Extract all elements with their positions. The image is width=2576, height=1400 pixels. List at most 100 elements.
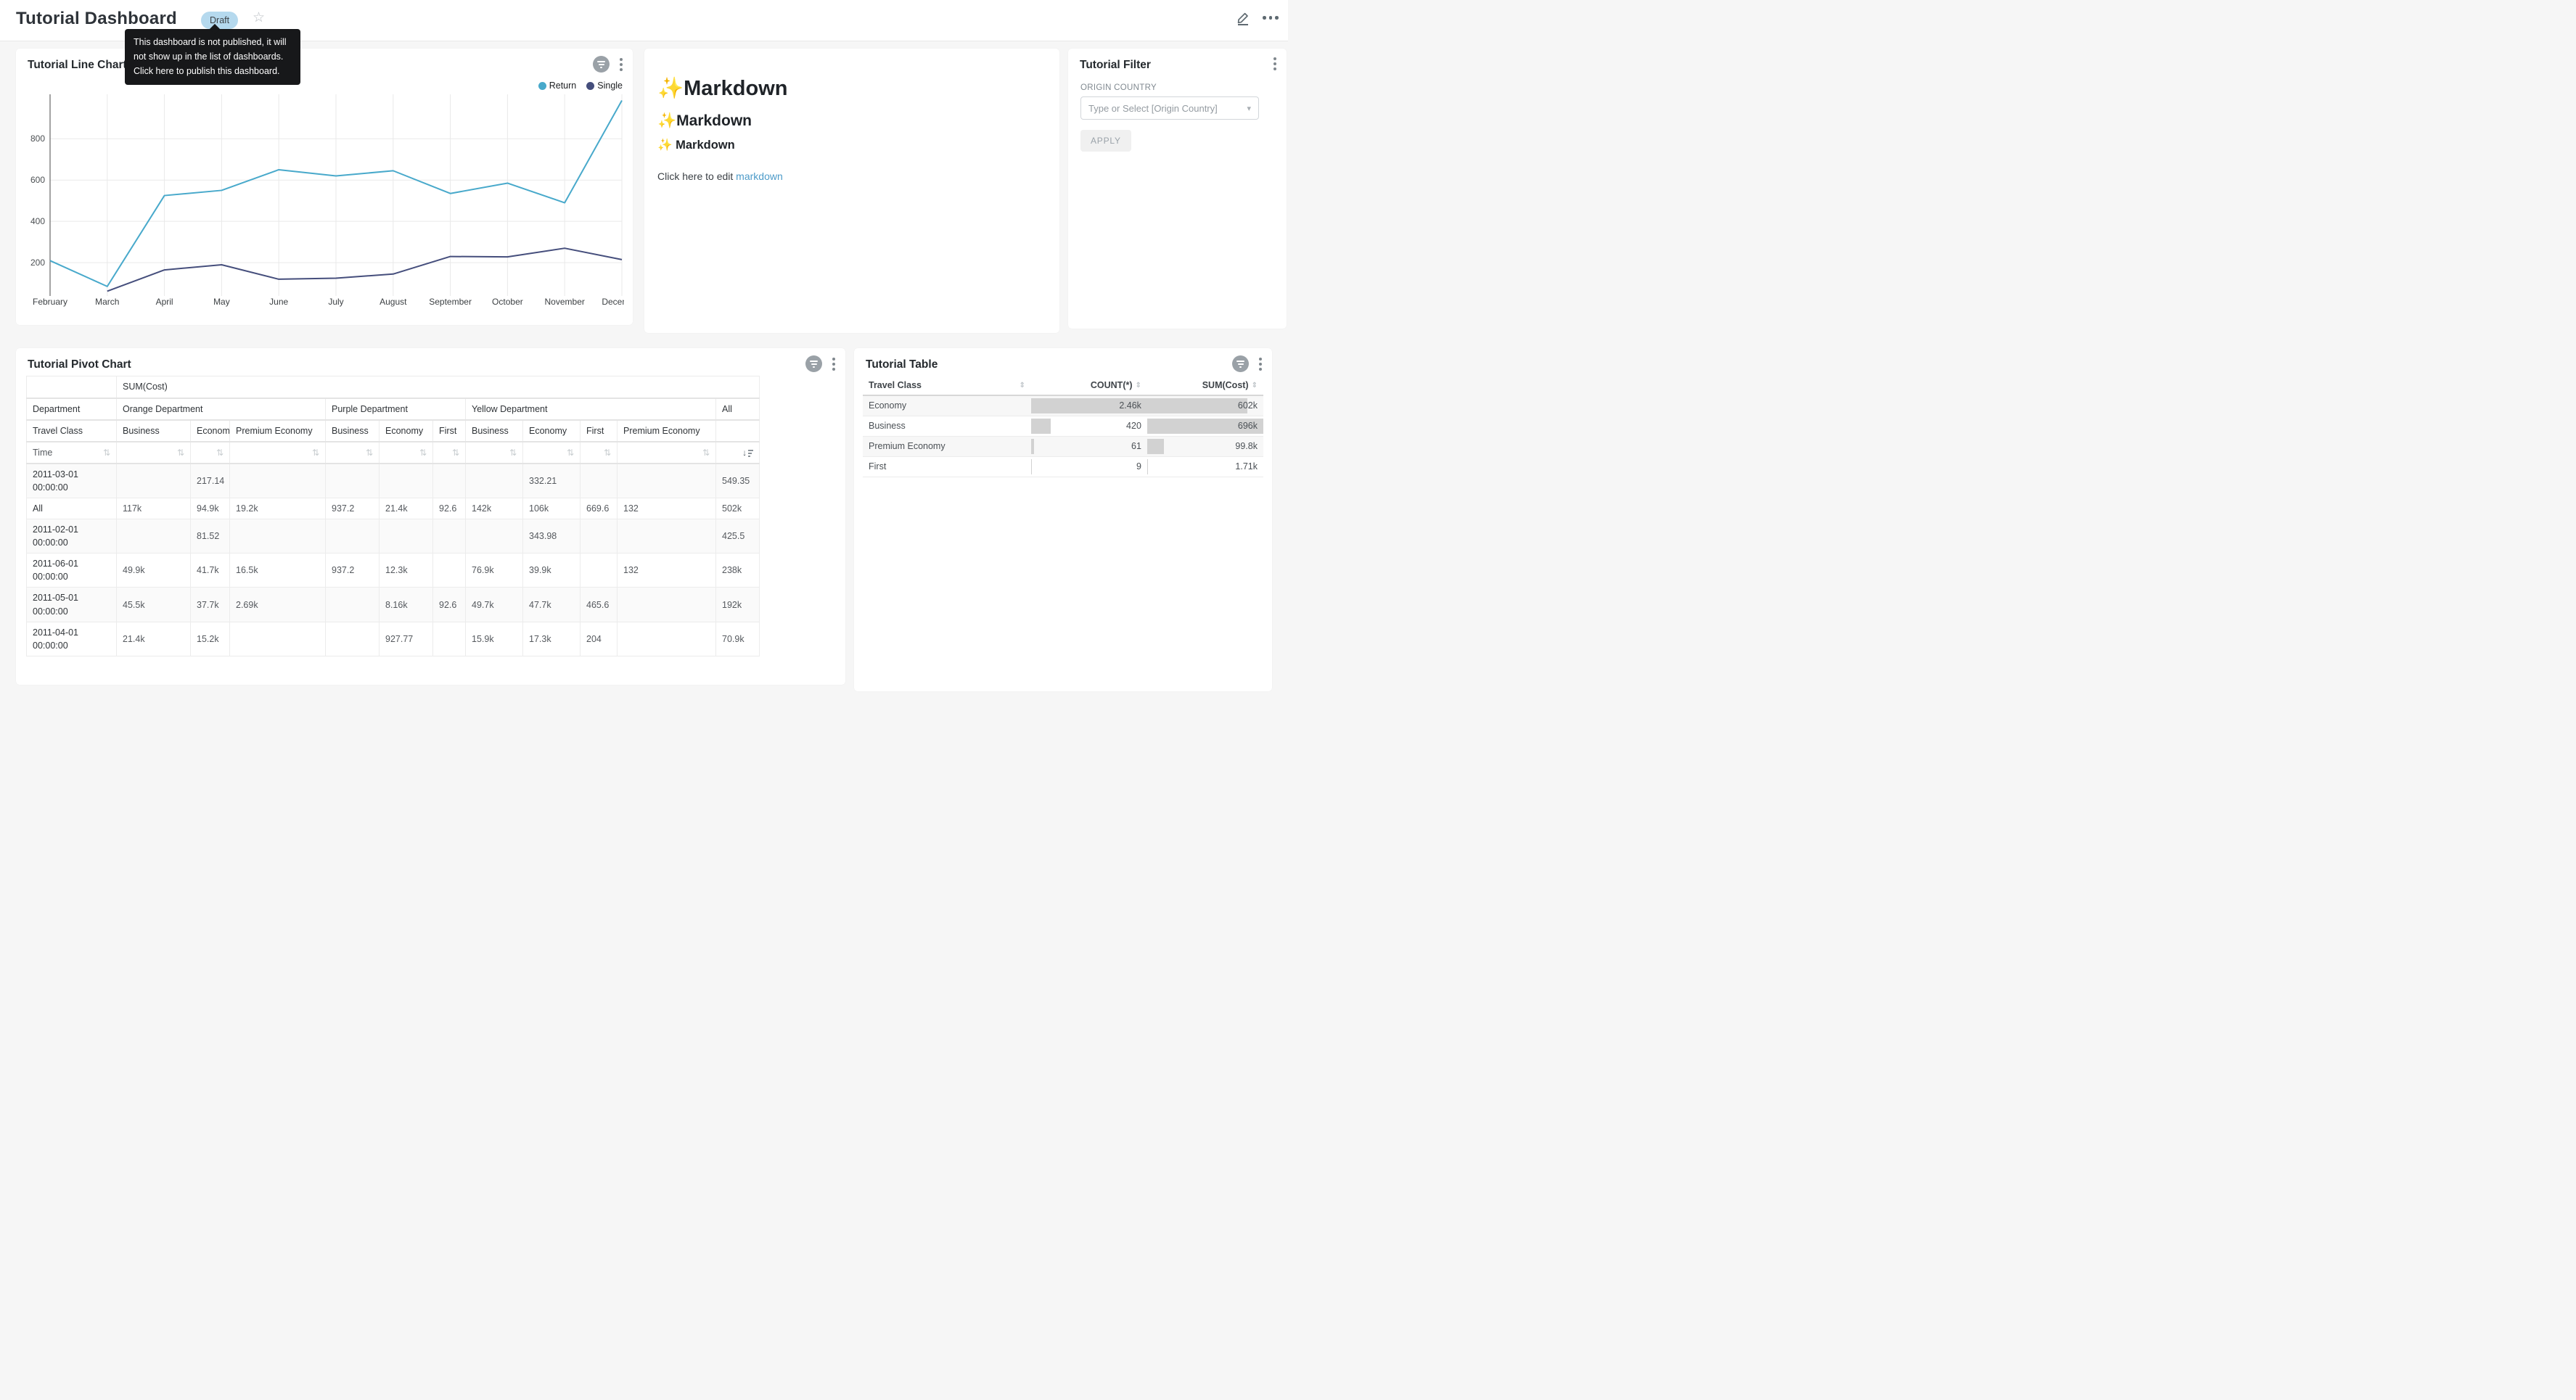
column-header-count[interactable]: COUNT(*)⇕ (1031, 376, 1147, 395)
origin-country-select[interactable]: Type or Select [Origin Country] ▾ (1080, 96, 1259, 120)
x-axis-label: February (33, 297, 67, 307)
pivot-cell: 549.35 (716, 464, 760, 498)
favorite-star-icon[interactable]: ☆ (253, 9, 265, 26)
pivot-row: All117k94.9k19.2k937.221.4k92.6142k106k6… (27, 498, 760, 519)
pivot-cell (230, 519, 326, 553)
pivot-cell: 92.6 (433, 588, 466, 622)
apply-button[interactable]: APPLY (1080, 130, 1131, 152)
select-placeholder: Type or Select [Origin Country] (1088, 103, 1247, 114)
x-axis-label: December (602, 297, 624, 307)
pivot-group-header: Orange Department (117, 398, 326, 420)
pivot-cell: 142k (466, 498, 523, 519)
pivot-sort-row: Time⇅⇅⇅⇅⇅⇅⇅⇅⇅⇅⇅↓ (27, 442, 760, 464)
column-header-sum-cost[interactable]: SUM(Cost)⇕ (1147, 376, 1263, 395)
pivot-cell (433, 519, 466, 553)
y-axis-label: 800 (30, 133, 45, 144)
cell-bar (1147, 439, 1164, 454)
applied-filters-icon[interactable] (805, 355, 822, 372)
sort-descending-icon[interactable]: ↓ (722, 448, 753, 457)
pivot-cell: 343.98 (523, 519, 581, 553)
sort-icon[interactable]: ⇅ (312, 448, 319, 457)
line-chart[interactable]: FebruaryMarchAprilMayJuneJulyAugustSepte… (22, 89, 624, 323)
table-row[interactable]: First91.71k (863, 456, 1263, 477)
panel-title: Tutorial Line Chart (28, 59, 127, 72)
pivot-row: 2011-05-01 00:00:0045.5k37.7k2.69k8.16k9… (27, 588, 760, 622)
applied-filters-icon[interactable] (1232, 355, 1249, 372)
pivot-class-header: Economy (191, 420, 230, 442)
sort-icon[interactable]: ⇅ (177, 448, 184, 457)
cell-value: 61 (1131, 441, 1141, 451)
pivot-row: 2011-06-01 00:00:0049.9k41.7k16.5k937.21… (27, 553, 760, 588)
column-header-label: COUNT(*) (1091, 380, 1133, 390)
pivot-cell: 192k (716, 588, 760, 622)
sort-icon[interactable]: ⇅ (419, 448, 427, 457)
sort-icon[interactable]: ⇅ (702, 448, 710, 457)
chevron-down-icon: ▾ (1247, 104, 1251, 113)
sort-icon[interactable]: ⇅ (103, 448, 110, 457)
table-row[interactable]: Business420696k (863, 416, 1263, 436)
panel-title: Tutorial Table (866, 358, 938, 371)
tooltip-line: This dashboard is not published, it will (134, 36, 292, 50)
pivot-cell: 12.3k (380, 553, 433, 588)
x-axis-label: March (95, 297, 119, 307)
draft-badge[interactable]: Draft (201, 12, 238, 29)
panel-title: Tutorial Pivot Chart (28, 358, 131, 371)
pivot-cell: 70.9k (716, 622, 760, 656)
sort-icon[interactable]: ⇅ (216, 448, 223, 457)
sort-icon[interactable]: ⇅ (452, 448, 459, 457)
edit-dashboard-icon[interactable] (1235, 10, 1251, 26)
pivot-dim-label: Travel Class (27, 420, 117, 442)
pivot-sort-cell: ⇅ (523, 442, 581, 464)
pivot-sort-cell: ⇅ (326, 442, 380, 464)
sort-icon[interactable]: ⇕ (1252, 382, 1258, 390)
applied-filters-icon[interactable] (593, 56, 610, 73)
pivot-group-header: Yellow Department (466, 398, 716, 420)
pivot-cell (326, 464, 380, 498)
sort-icon[interactable]: ⇅ (604, 448, 611, 457)
cell-count: 2.46k (1031, 395, 1147, 416)
series-line-single[interactable] (107, 248, 622, 291)
pivot-sortcell: ⇅ (385, 448, 427, 457)
pivot-cell (326, 588, 380, 622)
pivot-time-sortcell: Time⇅ (33, 448, 110, 458)
markdown-edit-link[interactable]: markdown (736, 170, 783, 182)
cell-sum: 696k (1147, 416, 1263, 436)
pivot-row: 2011-04-01 00:00:0021.4k15.2k927.7715.9k… (27, 622, 760, 656)
table-panel: Tutorial Table Travel Class⇕COUNT(*)⇕SUM… (854, 348, 1272, 691)
pivot-cell: 465.6 (581, 588, 618, 622)
pivot-empty-cell (27, 376, 117, 398)
pivot-sort-cell: ⇅ (191, 442, 230, 464)
chart-menu-icon[interactable] (1272, 56, 1278, 72)
pivot-cell (618, 622, 716, 656)
markdown-text: Click here to edit (657, 170, 736, 182)
sort-icon[interactable]: ⇅ (509, 448, 517, 457)
chart-menu-icon[interactable] (618, 57, 624, 73)
cell-value: 2.46k (1119, 400, 1141, 411)
pivot-sortcell: ⇅ (472, 448, 517, 457)
travel-class-table: Travel Class⇕COUNT(*)⇕SUM(Cost)⇕Economy2… (863, 376, 1263, 477)
y-axis-label: 600 (30, 175, 45, 185)
pivot-class-header: Economy (523, 420, 581, 442)
sort-icon[interactable]: ⇅ (567, 448, 574, 457)
table-row[interactable]: Economy2.46k602k (863, 395, 1263, 416)
column-header-travel-class[interactable]: Travel Class ⇕ (863, 376, 1031, 395)
sort-icon[interactable]: ⇕ (1136, 382, 1141, 390)
column-header-label: Travel Class (869, 380, 922, 390)
chart-menu-icon[interactable] (831, 356, 837, 372)
pivot-class-header: Economy (380, 420, 433, 442)
sort-icon[interactable]: ⇕ (1019, 382, 1025, 390)
more-options-icon[interactable] (1263, 16, 1279, 20)
table-row[interactable]: Premium Economy6199.8k (863, 436, 1263, 456)
pivot-cell: 927.77 (380, 622, 433, 656)
cell-count: 420 (1031, 416, 1147, 436)
pivot-row-label: 2011-03-01 00:00:00 (27, 464, 117, 498)
sort-icon[interactable]: ⇅ (366, 448, 373, 457)
chart-menu-icon[interactable] (1258, 356, 1263, 372)
pivot-cell: 132 (618, 498, 716, 519)
pivot-sortcell: ⇅ (197, 448, 223, 457)
x-axis-label: November (545, 297, 585, 307)
tooltip-line: not show up in the list of dashboards. (134, 50, 292, 65)
pivot-cell (618, 519, 716, 553)
pivot-cell: 106k (523, 498, 581, 519)
cell-value: 9 (1136, 461, 1141, 472)
